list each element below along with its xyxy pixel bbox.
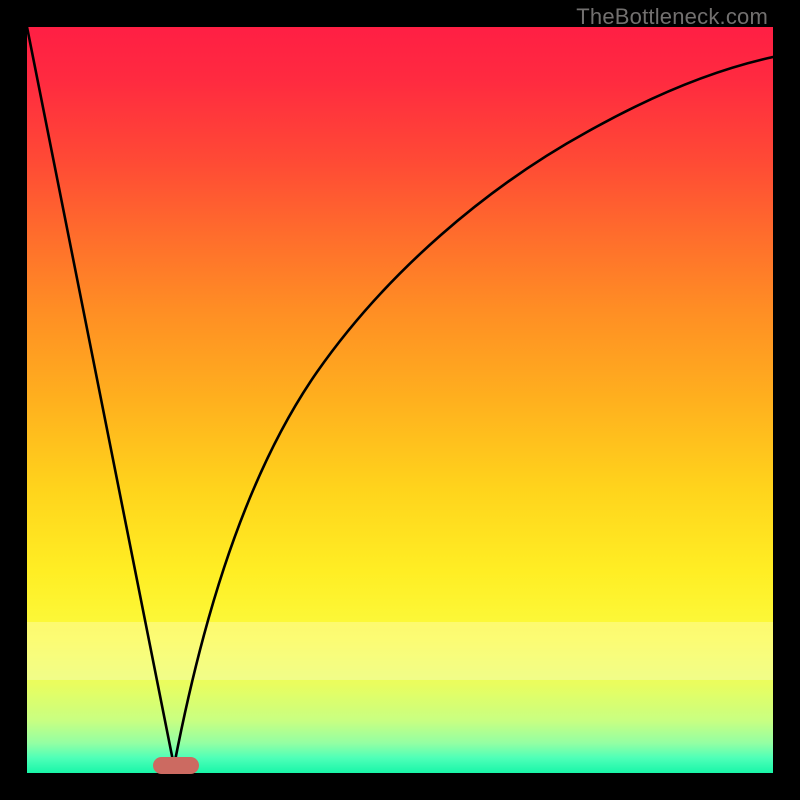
attribution-text: TheBottleneck.com	[576, 4, 768, 30]
bottleneck-curve-left	[27, 27, 174, 766]
bottleneck-curve-right	[174, 57, 773, 766]
curve-layer	[27, 27, 773, 773]
optimal-marker	[153, 757, 199, 774]
plot-frame	[27, 27, 773, 773]
